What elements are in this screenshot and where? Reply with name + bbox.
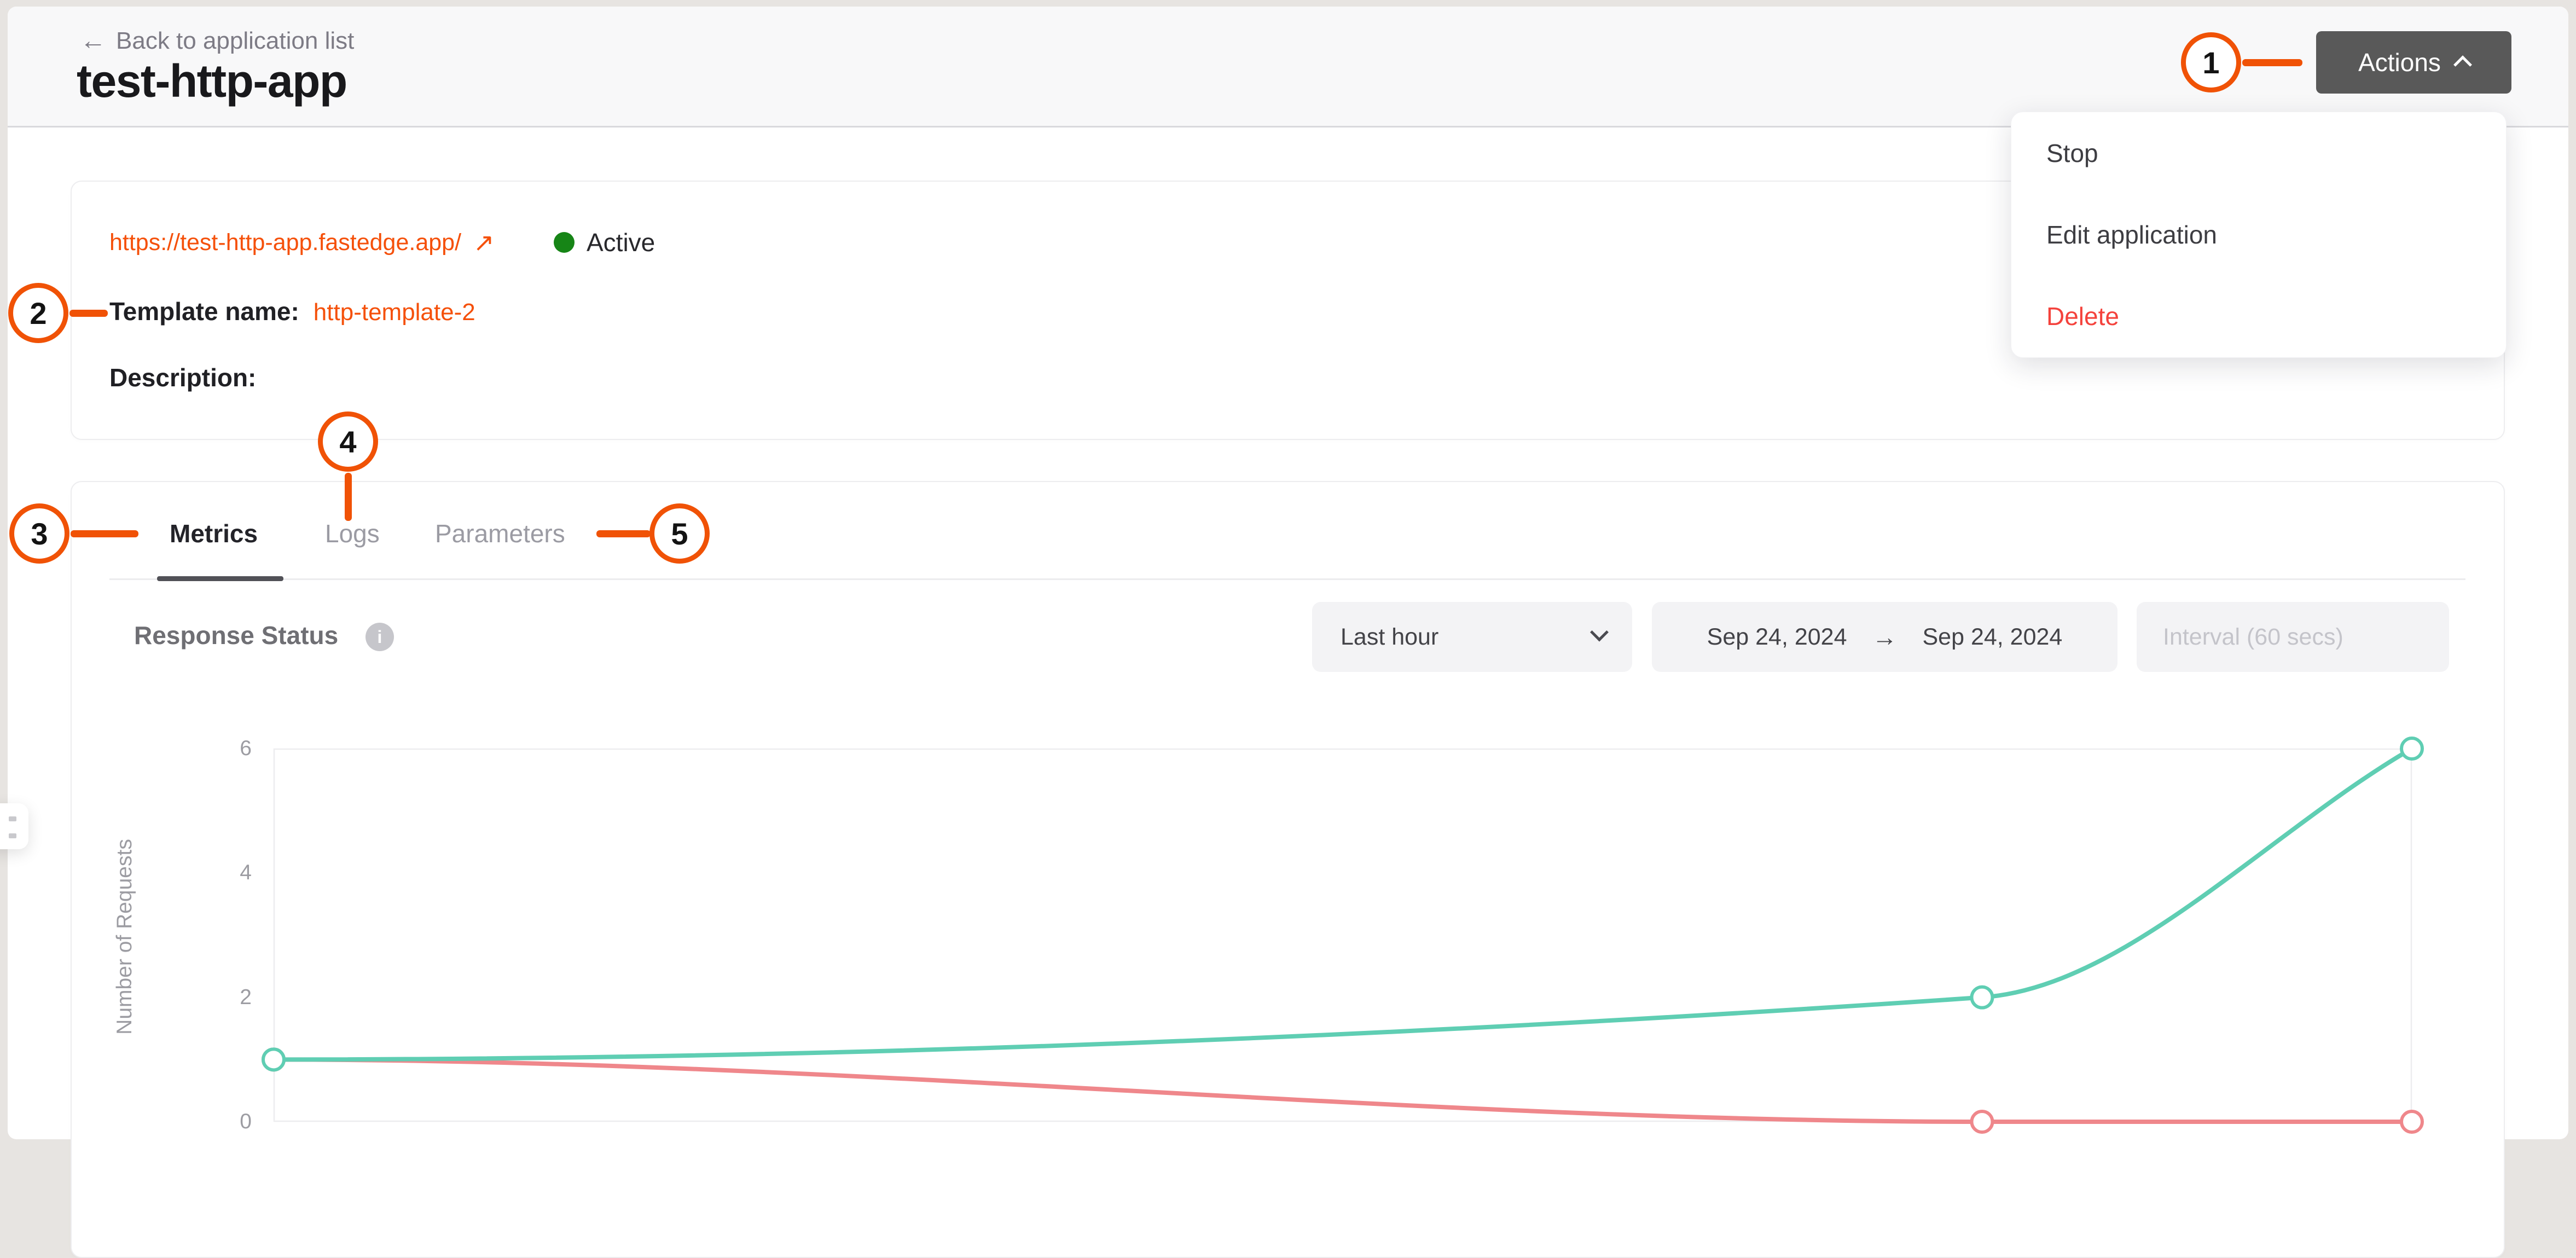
date-range-picker[interactable]: Sep 24, 2024 → Sep 24, 2024 — [1652, 602, 2117, 672]
description-label: Description: — [109, 363, 257, 392]
date-range-arrow-icon: → — [1872, 623, 1898, 651]
page-title: test-http-app — [77, 55, 347, 107]
tab-underline-track — [109, 578, 2465, 580]
callout-4: 4 — [318, 411, 378, 472]
drag-dash-icon — [9, 816, 16, 821]
chart-line-series-teal — [273, 746, 2413, 1062]
chart-line-series-red — [273, 1057, 2412, 1124]
y-axis-ticks: 6 4 2 0 — [181, 737, 252, 1133]
template-name-link[interactable]: http-template-2 — [314, 299, 475, 326]
callout-2-line — [69, 310, 108, 317]
external-link-icon: ↗ — [473, 228, 495, 257]
time-range-value: Last hour — [1341, 623, 1439, 650]
status-dot-icon — [554, 232, 575, 253]
info-icon[interactable]: i — [365, 623, 394, 651]
back-link-label: Back to application list — [116, 27, 355, 54]
y-tick-label: 6 — [240, 737, 252, 760]
response-status-chart — [262, 737, 2424, 1134]
tab-parameters[interactable]: Parameters — [435, 519, 565, 548]
menu-item-delete[interactable]: Delete — [2011, 276, 2506, 357]
description-row: Description: — [109, 363, 256, 392]
drag-dash-icon — [9, 833, 16, 838]
app-url-link[interactable]: https://test-http-app.fastedge.app/ ↗ — [109, 228, 495, 257]
interval-placeholder: Interval (60 secs) — [2163, 623, 2343, 650]
y-axis-label: Number of Requests — [113, 839, 136, 1035]
y-tick-label: 2 — [240, 985, 252, 1009]
y-tick-label: 0 — [240, 1110, 252, 1133]
app-url-text: https://test-http-app.fastedge.app/ — [109, 229, 462, 256]
chevron-up-icon — [2453, 55, 2472, 74]
callout-3: 3 — [9, 503, 69, 564]
callout-4-line — [345, 473, 352, 521]
status-label: Active — [587, 228, 655, 257]
tab-logs[interactable]: Logs — [325, 519, 380, 548]
data-point-marker — [1970, 985, 1994, 1010]
callout-3-line — [71, 530, 138, 537]
interval-input[interactable]: Interval (60 secs) — [2137, 602, 2449, 672]
y-tick-label: 4 — [240, 861, 252, 885]
chart-title: Response Status — [134, 621, 339, 650]
template-name-label: Template name: — [109, 297, 299, 326]
actions-button[interactable]: Actions — [2316, 31, 2511, 94]
back-to-list-link[interactable]: ← Back to application list — [80, 27, 354, 55]
chevron-down-icon — [1590, 623, 1609, 642]
template-row: Template name: http-template-2 — [109, 297, 475, 326]
callout-1-line — [2242, 59, 2302, 66]
status-badge: Active — [554, 228, 655, 257]
back-arrow-icon: ← — [80, 26, 106, 55]
data-point-marker — [262, 1047, 286, 1072]
tab-active-indicator — [157, 576, 283, 581]
callout-5-line — [596, 530, 651, 537]
time-range-select[interactable]: Last hour — [1312, 602, 1632, 672]
callout-5: 5 — [649, 503, 710, 564]
callout-2: 2 — [8, 283, 68, 343]
actions-dropdown-menu: Stop Edit application Delete — [2011, 112, 2507, 358]
menu-item-stop[interactable]: Stop — [2011, 112, 2506, 194]
callout-1: 1 — [2181, 32, 2241, 92]
data-point-marker — [2400, 737, 2424, 761]
date-to: Sep 24, 2024 — [1922, 623, 2063, 650]
edge-drag-handle[interactable] — [0, 803, 28, 849]
menu-item-edit-application[interactable]: Edit application — [2011, 194, 2506, 275]
tab-metrics[interactable]: Metrics — [170, 519, 258, 548]
actions-button-label: Actions — [2358, 48, 2441, 77]
data-point-marker — [1970, 1110, 1994, 1134]
date-from: Sep 24, 2024 — [1707, 623, 1847, 650]
data-point-marker — [2400, 1110, 2424, 1134]
